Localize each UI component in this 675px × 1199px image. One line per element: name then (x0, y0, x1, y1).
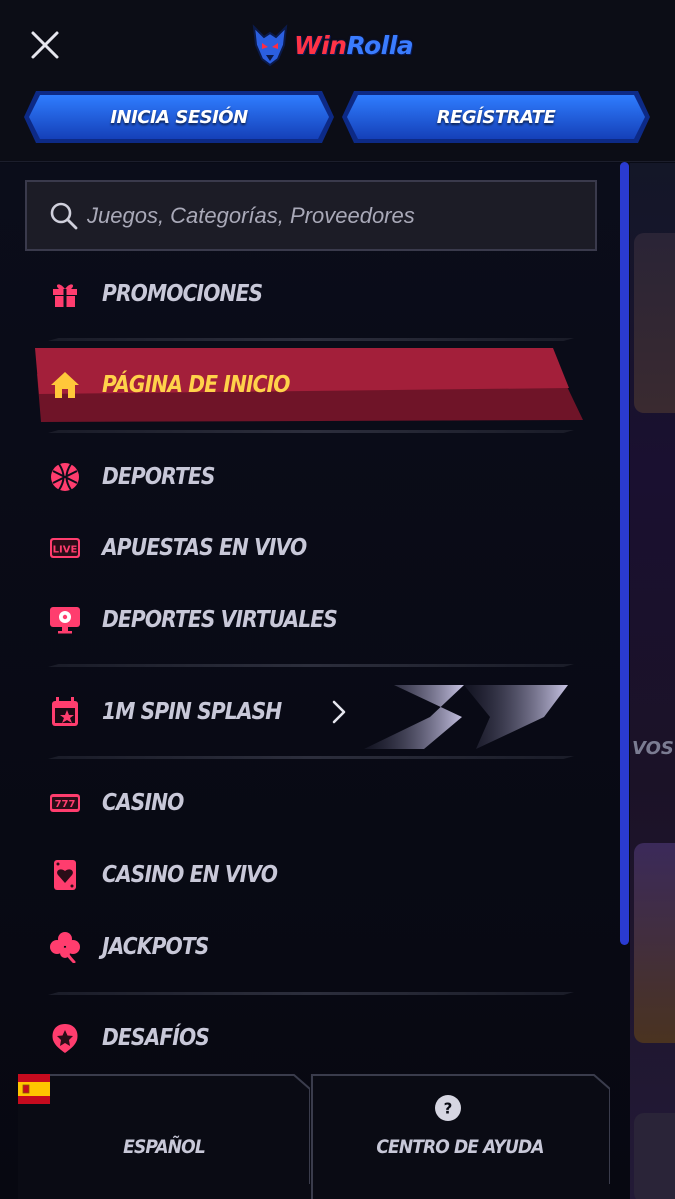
clover-icon (50, 932, 80, 963)
background-peek-text: VOS (632, 738, 674, 759)
background-banner (634, 233, 675, 413)
wolf-logo-icon (252, 24, 288, 67)
menu-divider (48, 430, 574, 433)
menu-item-live-betting[interactable]: LIVE APUESTAS EN VIVO (48, 520, 578, 576)
slot-777-icon: 777 (50, 794, 80, 812)
menu-divider (48, 992, 574, 995)
menu-item-sports[interactable]: DEPORTES (48, 449, 578, 505)
page-background-peek (628, 163, 675, 1199)
menu-item-virtual-sports[interactable]: DEPORTES VIRTUALES (48, 592, 578, 648)
question-circle-icon: ? (435, 1095, 461, 1121)
register-button[interactable]: REGÍSTRATE (340, 89, 652, 145)
menu-label: 1M SPIN SPLASH (102, 699, 282, 725)
logo-wordmark: WinRolla (294, 30, 414, 60)
close-menu-button[interactable] (28, 28, 62, 62)
menu-label: PÁGINA DE INICIO (102, 372, 290, 398)
chevron-right-icon (332, 700, 346, 724)
drawer-scrollbar[interactable] (620, 162, 629, 945)
calendar-star-icon (52, 697, 78, 726)
star-badge-icon (52, 1024, 78, 1053)
basketball-icon (51, 463, 79, 491)
help-center-button[interactable]: CENTRO DE AYUDA (310, 1074, 610, 1199)
menu-label: PROMOCIONES (102, 281, 263, 307)
menu-item-casino[interactable]: 777 CASINO (48, 775, 578, 831)
language-label: ESPAÑOL (123, 1136, 206, 1158)
menu-item-challenges[interactable]: DESAFÍOS (48, 1010, 578, 1066)
search-input[interactable] (87, 202, 595, 229)
menu-divider (48, 664, 574, 667)
login-button[interactable]: INICIA SESIÓN (22, 89, 336, 145)
background-game-tile (634, 843, 675, 1043)
live-badge-icon: LIVE (50, 538, 80, 558)
spain-flag-icon (18, 1074, 50, 1104)
login-label: INICIA SESIÓN (110, 106, 248, 128)
svg-text:?: ? (444, 1100, 453, 1118)
menu-label: DEPORTES (102, 464, 215, 490)
menu-item-spin-splash[interactable]: 1M SPIN SPLASH (48, 684, 578, 740)
playing-card-heart-icon (54, 860, 76, 890)
live-badge-text: LIVE (53, 545, 78, 556)
menu-label: DEPORTES VIRTUALES (102, 607, 338, 633)
menu-label: CASINO EN VIVO (102, 862, 278, 888)
menu-label: CASINO (102, 790, 184, 816)
menu-item-promotions[interactable]: PROMOCIONES (48, 266, 578, 322)
register-label: REGÍSTRATE (436, 106, 556, 128)
slot-digits-text: 777 (55, 799, 76, 810)
menu-item-jackpots[interactable]: JACKPOTS (48, 919, 578, 975)
background-game-tile (634, 1113, 675, 1199)
menu-label: APUESTAS EN VIVO (102, 535, 307, 561)
search-box[interactable] (25, 180, 597, 251)
menu-item-home[interactable]: PÁGINA DE INICIO (48, 357, 578, 413)
menu-divider (48, 338, 574, 341)
menu-label: DESAFÍOS (102, 1025, 210, 1051)
gift-icon (53, 284, 77, 307)
monitor-soccer-icon (50, 607, 80, 634)
language-button[interactable]: ESPAÑOL (18, 1074, 310, 1199)
menu-item-live-casino[interactable]: CASINO EN VIVO (48, 847, 578, 903)
menu-label: JACKPOTS (102, 934, 209, 960)
top-header: WinRolla INICIA SESIÓN REGÍSTRATE (0, 0, 675, 162)
help-center-label: CENTRO DE AYUDA (376, 1136, 544, 1158)
search-icon (50, 202, 78, 229)
menu-divider (48, 756, 574, 759)
close-icon (31, 31, 59, 59)
home-icon (51, 372, 79, 398)
drawer-footer: ESPAÑOL CENTRO DE AYUDA (18, 1074, 618, 1199)
brand-logo[interactable]: WinRolla (250, 20, 430, 70)
